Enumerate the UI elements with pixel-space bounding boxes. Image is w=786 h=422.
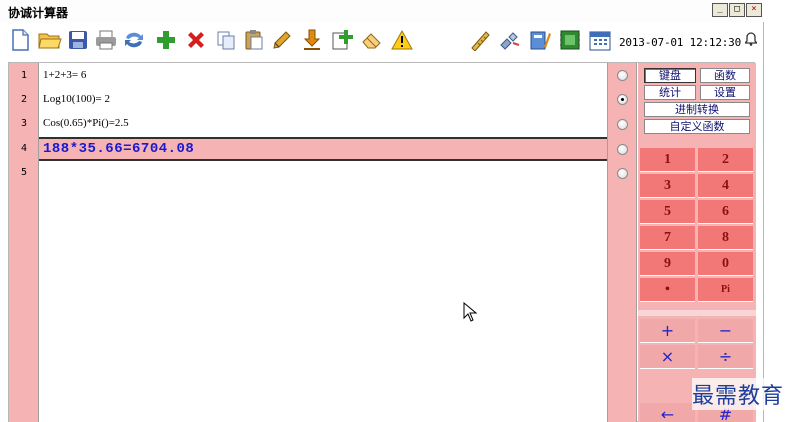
expression-editor[interactable]: 1+2+3= 6 Log10(100)= 2 Cos(0.65)*Pi()=2.… (39, 63, 607, 422)
expression-line[interactable]: Log10(100)= 2 (39, 87, 607, 111)
close-button[interactable]: × (746, 3, 762, 17)
row-radio[interactable] (617, 119, 628, 130)
save-icon[interactable] (66, 28, 90, 52)
keypad-divider (638, 310, 756, 316)
refresh-icon[interactable] (122, 28, 146, 52)
add-icon[interactable] (154, 28, 178, 52)
chip-icon[interactable] (558, 28, 582, 52)
key-9[interactable]: 9 (640, 252, 695, 276)
minimize-button[interactable]: _ (712, 3, 728, 17)
notebook-icon[interactable] (528, 28, 552, 52)
row-selector-column (607, 63, 637, 422)
key-backspace[interactable]: ← (640, 403, 695, 422)
window-title: 协诚计算器 (8, 6, 69, 20)
tab-keyboard[interactable]: 键盘 (644, 68, 696, 83)
title-bar: 协诚计算器 _ □ × (0, 0, 764, 22)
active-expression-line[interactable]: 188*35.66=6704.08 (39, 137, 607, 161)
key-5[interactable]: 5 (640, 200, 695, 224)
keypad-panel: 键盘 函数 统计 设置 进制转换 自定义函数 1 2 3 4 5 6 7 8 9… (638, 63, 756, 422)
mouse-pointer-icon (463, 301, 478, 325)
warning-icon[interactable] (390, 28, 414, 52)
key-multiply[interactable]: × (640, 345, 695, 369)
ruler-icon[interactable] (468, 28, 492, 52)
key-7[interactable]: 7 (640, 226, 695, 250)
open-folder-icon[interactable] (38, 28, 62, 52)
active-expression-text: 188*35.66=6704.08 (43, 141, 195, 157)
print-icon[interactable] (94, 28, 118, 52)
line-number: 3 (20, 118, 28, 129)
tab-settings[interactable]: 设置 (700, 85, 750, 100)
line-number: 1 (20, 70, 28, 81)
row-radio-selected[interactable] (617, 94, 628, 105)
key-pi[interactable]: Pi (698, 278, 753, 302)
key-1[interactable]: 1 (640, 148, 695, 172)
tab-custom-function[interactable]: 自定义函数 (644, 119, 750, 134)
row-radio[interactable] (617, 144, 628, 155)
expression-line[interactable]: Cos(0.65)*Pi()=2.5 (39, 111, 607, 135)
bell-icon[interactable] (743, 32, 759, 50)
key-divide[interactable]: ÷ (698, 345, 753, 369)
paste-icon[interactable] (242, 28, 266, 52)
key-4[interactable]: 4 (698, 174, 753, 198)
row-radio[interactable] (617, 70, 628, 81)
expression-text: 1+2+3= 6 (43, 69, 87, 81)
pencil-icon[interactable] (270, 28, 294, 52)
key-8[interactable]: 8 (698, 226, 753, 250)
key-decimal[interactable]: • (640, 278, 695, 302)
satellite-icon[interactable] (498, 28, 522, 52)
expression-text: Log10(100)= 2 (43, 93, 110, 105)
add-page-icon[interactable] (330, 28, 354, 52)
download-icon[interactable] (300, 28, 324, 52)
line-number-column: 1 2 3 4 5 (9, 63, 39, 422)
key-6[interactable]: 6 (698, 200, 753, 224)
line-number: 4 (20, 143, 28, 154)
calculator-body: 1 2 3 4 5 1+2+3= 6 Log10(100)= 2 Cos(0.6… (8, 62, 756, 422)
key-2[interactable]: 2 (698, 148, 753, 172)
expression-line[interactable] (39, 161, 607, 185)
toolbar: 2013-07-01 12:12:30 (0, 24, 764, 58)
calendar-icon[interactable] (588, 28, 612, 52)
new-file-icon[interactable] (8, 28, 32, 52)
expression-text: Cos(0.65)*Pi()=2.5 (43, 117, 129, 129)
key-3[interactable]: 3 (640, 174, 695, 198)
copy-icon[interactable] (214, 28, 238, 52)
tab-base-convert[interactable]: 进制转换 (644, 102, 750, 117)
key-0[interactable]: 0 (698, 252, 753, 276)
line-number: 5 (20, 167, 28, 178)
tab-functions[interactable]: 函数 (700, 68, 750, 83)
key-minus[interactable]: − (698, 319, 753, 343)
expression-line[interactable]: 1+2+3= 6 (39, 63, 607, 87)
key-plus[interactable]: + (640, 319, 695, 343)
maximize-button[interactable]: □ (729, 3, 745, 17)
tab-statistics[interactable]: 统计 (644, 85, 696, 100)
window-controls: _ □ × (712, 3, 762, 17)
watermark: 最需教育 (692, 378, 785, 410)
delete-icon[interactable] (184, 28, 208, 52)
datetime-display: 2013-07-01 12:12:30 (619, 36, 742, 49)
row-radio[interactable] (617, 168, 628, 179)
line-number: 2 (20, 94, 28, 105)
calculator-window: 协诚计算器 _ □ × 2013-07-01 12:12:30 1 2 3 4 … (0, 0, 764, 422)
eraser-icon[interactable] (360, 28, 384, 52)
